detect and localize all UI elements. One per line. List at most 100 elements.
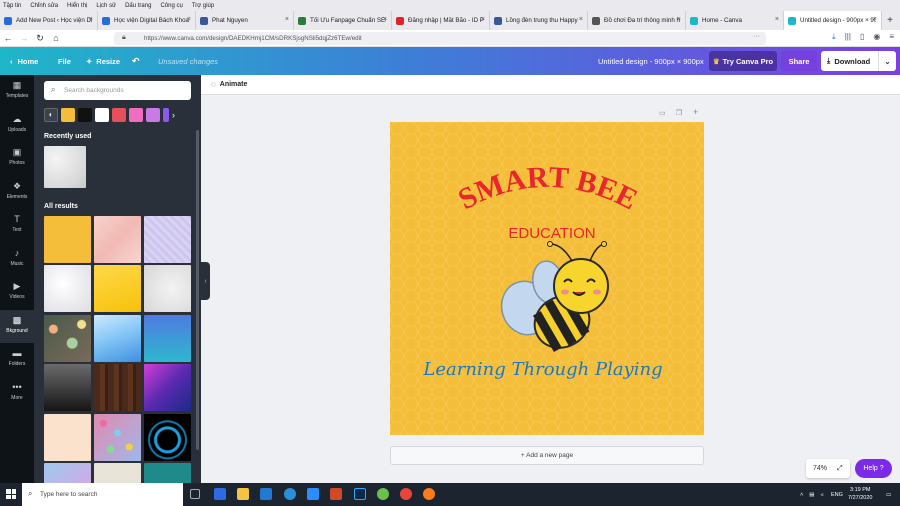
help-button[interactable]: Help ? <box>855 459 892 478</box>
close-tab-icon[interactable]: × <box>383 16 387 23</box>
browser-tab[interactable]: Đồ chơi Đa trí thông minh h × <box>588 11 686 30</box>
close-tab-icon[interactable]: × <box>873 16 877 23</box>
menu-file[interactable]: Tập tin <box>3 3 21 9</box>
menu-tools[interactable]: Công cụ <box>160 3 182 9</box>
background-thumb[interactable] <box>44 414 91 461</box>
background-thumb[interactable] <box>94 315 141 362</box>
nav-photos[interactable]: ▣ Photos <box>0 142 34 175</box>
palette-icon[interactable]: ◐ <box>44 108 58 122</box>
note-icon[interactable]: ▭ <box>659 109 666 117</box>
forward-icon[interactable]: → <box>16 33 32 43</box>
nav-videos[interactable]: ▶ Videos <box>0 276 34 309</box>
close-tab-icon[interactable]: × <box>481 16 485 23</box>
background-thumb[interactable] <box>44 216 91 263</box>
swatch-red[interactable] <box>112 108 126 122</box>
green-app-icon[interactable] <box>377 488 389 500</box>
nav-music[interactable]: ♪ Music <box>0 243 34 276</box>
browser-tab[interactable]: Đăng nhập | Mắt Bão - ID P × <box>392 11 490 30</box>
background-thumb[interactable] <box>94 216 141 263</box>
download-button[interactable]: ⤓ Download ⌄ <box>821 51 896 71</box>
browser-tab[interactable]: Untitled design - 900px × 90 × <box>784 11 882 30</box>
close-tab-icon[interactable]: × <box>89 16 93 23</box>
add-page-icon[interactable]: + <box>693 107 698 117</box>
network-icon[interactable]: ▤ <box>809 492 814 498</box>
photoshop-icon[interactable] <box>354 488 366 500</box>
background-thumb[interactable] <box>144 265 191 312</box>
browser-tab[interactable]: Add New Post ‹ Học viện Di × <box>0 11 98 30</box>
page-actions-icon[interactable]: ··· <box>753 33 760 40</box>
account-icon[interactable]: ◉ <box>873 32 880 42</box>
nav-folders[interactable]: ▬ Folders <box>0 343 34 376</box>
taskbar-search-input[interactable]: ⌕ Type here to search <box>22 483 183 506</box>
try-canva-pro-button[interactable]: ♛ Try Canva Pro <box>709 51 777 71</box>
clock[interactable]: 3:19 PM 7/27/2020 <box>848 486 872 502</box>
undo-icon[interactable]: ↶ <box>132 47 140 75</box>
menu-help[interactable]: Trợ giúp <box>192 3 214 9</box>
panel-scrollbar[interactable] <box>196 130 199 450</box>
nav-text[interactable]: T Text <box>0 209 34 242</box>
swatch-pink[interactable] <box>129 108 143 122</box>
close-tab-icon[interactable]: × <box>775 16 779 23</box>
background-thumb[interactable] <box>94 364 141 411</box>
background-thumb[interactable] <box>44 364 91 411</box>
home-icon[interactable]: ⌂ <box>48 33 64 43</box>
file-menu-button[interactable]: File <box>58 47 71 75</box>
zoom-app-icon[interactable] <box>307 488 319 500</box>
browser-tab[interactable]: Tối Ưu Fanpage Chuẩn SEO × <box>294 11 392 30</box>
close-tab-icon[interactable]: × <box>187 16 191 23</box>
background-thumb[interactable] <box>44 315 91 362</box>
sidebar-icon[interactable]: ▯ <box>860 32 864 42</box>
swatch-white[interactable] <box>95 108 109 122</box>
nav-uploads[interactable]: ☁ Uploads <box>0 109 34 142</box>
swatch-lilac[interactable] <box>146 108 160 122</box>
background-thumb[interactable] <box>144 463 191 483</box>
task-view-icon[interactable] <box>190 489 200 499</box>
background-thumb[interactable] <box>94 265 141 312</box>
close-tab-icon[interactable]: × <box>677 16 681 23</box>
notifications-icon[interactable]: ▭ <box>886 483 891 506</box>
background-thumb[interactable] <box>144 216 191 263</box>
chevron-right-icon[interactable]: › <box>172 108 175 122</box>
firefox-icon[interactable] <box>423 488 435 500</box>
browser-tab[interactable]: Home - Canva × <box>686 11 784 30</box>
download-arrow-icon[interactable]: ⤓ <box>832 32 836 42</box>
resize-button[interactable]: ✦ Resize <box>86 47 120 75</box>
volume-icon[interactable]: ◃ <box>820 492 823 498</box>
new-tab-icon[interactable]: + <box>882 11 898 30</box>
background-thumb[interactable] <box>94 463 141 483</box>
design-title[interactable]: Untitled design - 900px × 900px <box>598 47 704 75</box>
tray-chevron-icon[interactable]: ˄ <box>800 492 803 498</box>
file-explorer-icon[interactable] <box>237 488 249 500</box>
animate-button[interactable]: Animate <box>220 81 248 88</box>
menu-view[interactable]: Hiển thị <box>67 3 87 9</box>
close-tab-icon[interactable]: × <box>579 16 583 23</box>
swatch-yellow[interactable] <box>61 108 75 122</box>
swatch-black[interactable] <box>78 108 92 122</box>
menu-bookmarks[interactable]: Dấu trang <box>125 3 151 9</box>
collapse-panel-button[interactable]: ‹ <box>201 262 210 300</box>
nav-more[interactable]: ••• More <box>0 377 34 410</box>
browser-tab[interactable]: Học viện Digital Bách Khoa × <box>98 11 196 30</box>
address-bar[interactable]: 🔒︎ https://www.canva.com/design/DAEDKHmj… <box>114 32 766 45</box>
swatch-purple[interactable] <box>163 108 169 122</box>
hamburger-icon[interactable]: ≡ <box>889 32 894 42</box>
share-button[interactable]: Share <box>781 51 817 71</box>
edge-icon[interactable] <box>260 488 272 500</box>
zoom-control[interactable]: 74% ⤢ <box>806 459 850 478</box>
background-thumb[interactable] <box>144 315 191 362</box>
background-thumb[interactable] <box>144 364 191 411</box>
close-tab-icon[interactable]: × <box>285 16 289 23</box>
menu-history[interactable]: Lịch sử <box>96 3 116 9</box>
nav-elements[interactable]: ❖ Elements <box>0 176 34 209</box>
nav-bkground[interactable]: ▩ Bkground <box>0 309 34 343</box>
background-thumb[interactable] <box>44 265 91 312</box>
fullscreen-icon[interactable]: ⤢ <box>837 465 843 473</box>
reload-icon[interactable]: ↻ <box>32 33 48 44</box>
design-canvas[interactable]: SMART BEE EDUCATION Learning Through Pla… <box>390 122 704 435</box>
library-icon[interactable]: ||| <box>845 32 851 42</box>
outlook-icon[interactable] <box>214 488 226 500</box>
home-button[interactable]: ‹ Home <box>10 47 38 75</box>
nav-templates[interactable]: ▦ Templates <box>0 75 34 108</box>
background-thumb[interactable] <box>144 414 191 461</box>
language-indicator[interactable]: ENG <box>831 483 843 506</box>
